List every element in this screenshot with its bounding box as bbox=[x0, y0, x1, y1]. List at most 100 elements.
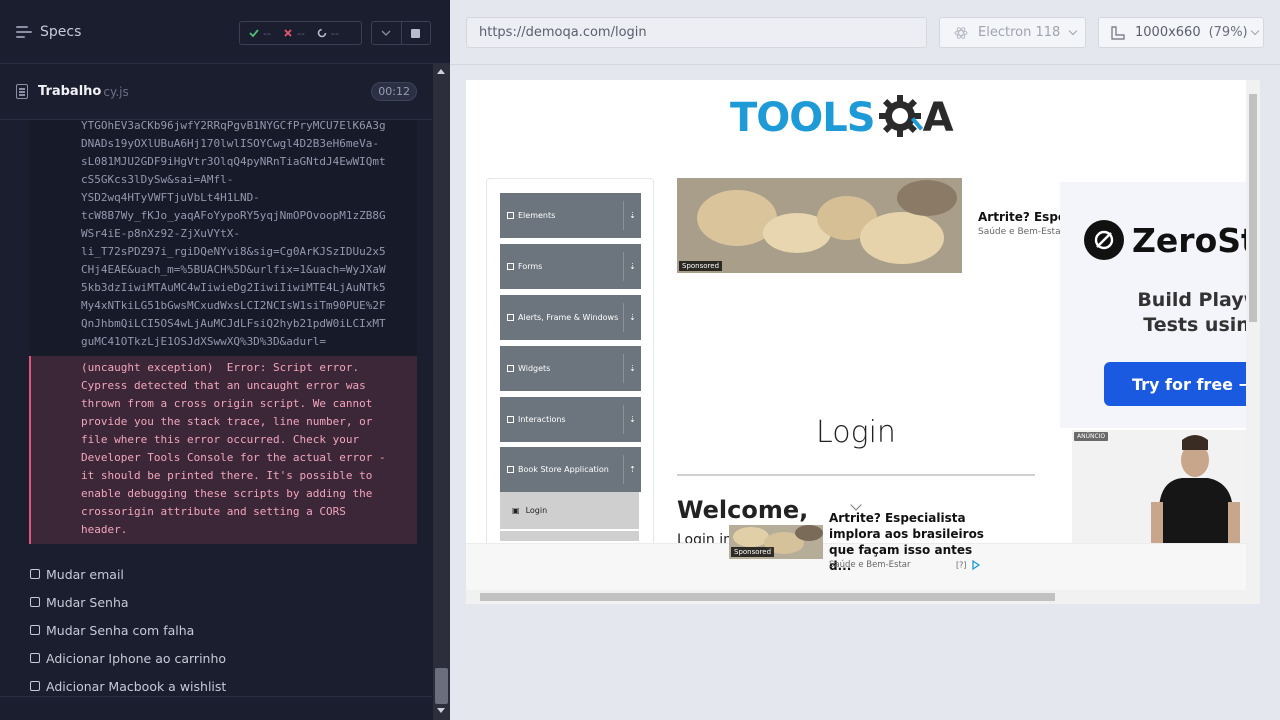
download-icon: ⇣ bbox=[623, 354, 641, 383]
zerostep-ad[interactable]: ZeroSt Build Playwrig Tests using A Try … bbox=[1060, 182, 1260, 428]
sticky-ad-image[interactable]: Sponsored bbox=[729, 525, 823, 559]
error-text: (uncaught exception) Error: Script error… bbox=[81, 361, 386, 536]
failed-stat: -- bbox=[283, 27, 305, 40]
test-item[interactable]: Mudar Senha bbox=[0, 588, 432, 616]
test-stats: -- -- -- bbox=[239, 21, 362, 45]
login-icon: ▣ bbox=[512, 506, 520, 515]
spec-name: Trabalho bbox=[38, 84, 102, 99]
app-under-test-frame[interactable]: TOOLS QA A Elements⇣ Forms⇣ Alerts, Fram… bbox=[466, 80, 1260, 604]
adchoices-icon[interactable] bbox=[971, 559, 981, 571]
pending-test-icon bbox=[30, 653, 40, 663]
menu-group-interactions[interactable]: Interactions ⇣ bbox=[500, 397, 641, 442]
cashew-image bbox=[677, 178, 962, 273]
upload-icon: ⇡ bbox=[623, 455, 641, 484]
menu-item-login[interactable]: ▣ Login bbox=[500, 492, 639, 529]
menu-item[interactable] bbox=[500, 531, 639, 541]
menu-icon bbox=[507, 314, 514, 321]
frame-vertical-scrollbar[interactable] bbox=[1246, 80, 1260, 590]
test-item[interactable]: Mudar email bbox=[0, 560, 432, 588]
run-timer: 00:12 bbox=[371, 82, 417, 101]
pending-stat: -- bbox=[317, 27, 339, 40]
scrollbar-thumb[interactable] bbox=[1249, 94, 1257, 322]
chevron-down-icon bbox=[1069, 26, 1078, 36]
menu-icon bbox=[507, 416, 514, 423]
sponsored-tag: Sponsored bbox=[679, 261, 723, 271]
passed-stat: -- bbox=[249, 27, 271, 40]
chevron-down-icon bbox=[381, 30, 391, 36]
menu-icon bbox=[507, 365, 514, 372]
menu-icon bbox=[507, 263, 514, 270]
sponsored-tag: Sponsored bbox=[731, 547, 775, 557]
left-menu: Elements ⇣ Forms ⇣ Alerts, Frame & Windows… bbox=[486, 178, 654, 598]
specs-title[interactable]: Specs bbox=[40, 24, 81, 40]
viewport-size: 1000x660 bbox=[1135, 25, 1201, 40]
logo-a: A bbox=[922, 95, 954, 141]
run-controls bbox=[371, 21, 431, 45]
pending-test-icon bbox=[30, 569, 40, 579]
pending-test-icon bbox=[30, 625, 40, 635]
file-icon bbox=[16, 84, 28, 99]
page-title: Login bbox=[816, 415, 896, 450]
chevron-down-icon bbox=[850, 499, 862, 511]
log-text: YTGOhEV3aCKb96jwfY2RRqPgvB1NYGCfPryMCU7E… bbox=[81, 120, 386, 348]
welcome-heading: Welcome, bbox=[677, 496, 809, 524]
scroll-up-icon[interactable] bbox=[437, 69, 445, 74]
chevron-down-icon bbox=[1250, 26, 1259, 36]
pending-test-icon bbox=[30, 681, 40, 691]
viewport-selector[interactable]: 1000x660 (79%) bbox=[1098, 17, 1264, 48]
spec-header[interactable]: Trabalho cy.js 00:12 bbox=[0, 64, 432, 120]
ad-tag: ANÚNCIO bbox=[1074, 432, 1109, 441]
test-list: Mudar email Mudar Senha Mudar Senha com … bbox=[0, 560, 432, 700]
divider bbox=[0, 696, 432, 697]
zerostep-icon bbox=[1084, 220, 1124, 260]
menu-group-widgets[interactable]: Widgets ⇣ bbox=[500, 346, 641, 391]
download-icon: ⇣ bbox=[623, 252, 641, 281]
viewport-zoom: (79%) bbox=[1208, 25, 1248, 40]
frame-horizontal-scrollbar[interactable] bbox=[466, 590, 1260, 604]
menu-group-elements[interactable]: Elements ⇣ bbox=[500, 193, 641, 238]
download-icon: ⇣ bbox=[623, 405, 641, 434]
reporter-header: Specs -- -- -- bbox=[0, 0, 450, 64]
ad-image[interactable]: Sponsored bbox=[677, 178, 962, 273]
scroll-down-icon[interactable] bbox=[437, 708, 445, 713]
menu-icon bbox=[507, 466, 514, 473]
error-message: (uncaught exception) Error: Script error… bbox=[29, 356, 417, 544]
download-icon: ⇣ bbox=[623, 201, 641, 230]
try-for-free-button[interactable]: Try for free → bbox=[1104, 362, 1260, 406]
command-log-output: YTGOhEV3aCKb96jwfY2RRqPgvB1NYGCfPryMCU7E… bbox=[30, 120, 417, 356]
zerostep-logo: ZeroSt bbox=[1084, 220, 1257, 260]
specs-menu-icon[interactable] bbox=[16, 25, 32, 39]
ad-help[interactable]: [?] bbox=[956, 559, 981, 571]
reporter-scrollbar[interactable] bbox=[433, 64, 450, 720]
divider bbox=[677, 474, 1035, 476]
check-icon bbox=[249, 29, 259, 38]
menu-group-forms[interactable]: Forms ⇣ bbox=[500, 244, 641, 289]
sticky-ad-source: Saúde e Bem-Estar bbox=[829, 560, 911, 570]
url-bar[interactable]: https://demoqa.com/login bbox=[466, 17, 927, 48]
menu-group-alerts[interactable]: Alerts, Frame & Windows ⇣ bbox=[500, 295, 641, 340]
ruler-icon bbox=[1111, 25, 1125, 40]
test-item[interactable]: Mudar Senha com falha bbox=[0, 616, 432, 644]
download-icon: ⇣ bbox=[623, 303, 641, 332]
menu-group-book-store[interactable]: Book Store Application ⇡ bbox=[500, 447, 641, 492]
scrollbar-thumb[interactable] bbox=[435, 668, 448, 704]
stop-icon bbox=[411, 28, 421, 38]
gear-icon bbox=[878, 95, 923, 137]
reporter-panel: Specs -- -- -- Trabalho cy.js 00:12 YTGO… bbox=[0, 0, 450, 720]
pending-test-icon bbox=[30, 597, 40, 607]
x-icon bbox=[284, 29, 292, 37]
zerostep-headline: Build Playwrig Tests using A bbox=[1137, 289, 1260, 336]
test-item[interactable]: Adicionar Iphone ao carrinho bbox=[0, 644, 432, 672]
browser-label: Electron 118 bbox=[978, 25, 1061, 40]
browser-selector[interactable]: Electron 118 bbox=[939, 17, 1086, 48]
spinner-icon bbox=[317, 28, 327, 38]
scrollbar-thumb[interactable] bbox=[480, 593, 1055, 601]
expand-button[interactable] bbox=[372, 22, 401, 44]
electron-icon bbox=[954, 26, 968, 39]
toolsqa-logo[interactable]: TOOLS QA A bbox=[730, 90, 954, 146]
menu-icon bbox=[507, 212, 514, 219]
stop-button[interactable] bbox=[400, 22, 431, 44]
divider bbox=[450, 64, 1280, 65]
url-text: https://demoqa.com/login bbox=[479, 25, 647, 40]
ad-title[interactable]: Artrite? Espec bbox=[978, 210, 1073, 224]
